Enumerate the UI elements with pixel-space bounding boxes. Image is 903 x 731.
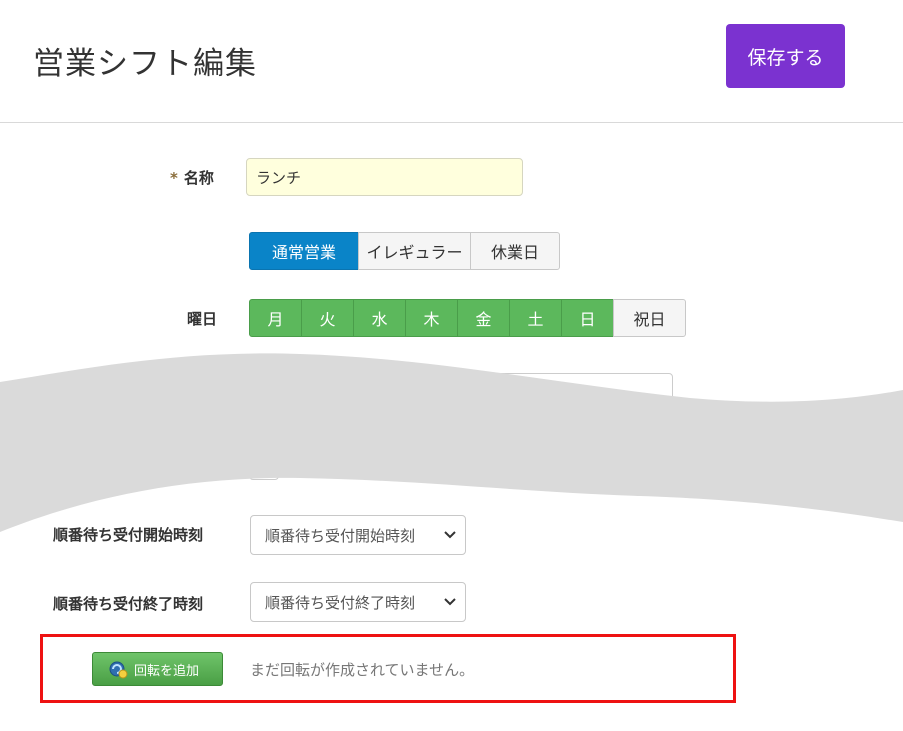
torn-page-overlay <box>0 353 903 532</box>
name-input[interactable] <box>246 158 523 196</box>
name-label: * 名称 <box>170 167 214 188</box>
empty-rotation-message: まだ回転が作成されていません。 <box>250 661 475 679</box>
weekday-mon[interactable]: 月 <box>249 299 302 337</box>
weekday-group: 月 火 水 木 金 土 日 祝日 <box>249 299 686 337</box>
add-rotation-icon <box>109 661 128 679</box>
weekday-label: 曜日 <box>187 310 218 328</box>
chevron-down-icon <box>444 598 456 606</box>
type-option-irregular[interactable]: イレギュラー <box>358 232 471 270</box>
queue-start-label: 順番待ち受付開始時刻 <box>53 526 204 544</box>
required-mark: * <box>170 169 178 187</box>
page-title: 営業シフト編集 <box>33 46 257 82</box>
add-rotation-button[interactable]: 回転を追加 <box>92 652 223 686</box>
type-option-regular[interactable]: 通常営業 <box>249 232 359 270</box>
queue-end-value: 順番待ち受付終了時刻 <box>265 593 416 612</box>
queue-start-value: 順番待ち受付開始時刻 <box>265 526 416 545</box>
weekday-tue[interactable]: 火 <box>301 299 354 337</box>
page-header: 営業シフト編集 保存する <box>0 0 903 123</box>
add-rotation-label: 回転を追加 <box>134 663 200 679</box>
weekday-wed[interactable]: 水 <box>353 299 406 337</box>
save-button[interactable]: 保存する <box>726 24 845 88</box>
shift-type-group: 通常営業 イレギュラー 休業日 <box>249 232 560 270</box>
weekday-fri[interactable]: 金 <box>457 299 510 337</box>
name-label-text: 名称 <box>183 169 214 187</box>
weekday-sat[interactable]: 土 <box>509 299 562 337</box>
weekday-holiday[interactable]: 祝日 <box>613 299 686 337</box>
weekday-thu[interactable]: 木 <box>405 299 458 337</box>
queue-end-select[interactable]: 順番待ち受付終了時刻 <box>250 582 466 622</box>
queue-start-select[interactable]: 順番待ち受付開始時刻 <box>250 515 466 555</box>
type-option-closed[interactable]: 休業日 <box>470 232 560 270</box>
chevron-down-icon <box>444 531 456 539</box>
weekday-sun[interactable]: 日 <box>561 299 614 337</box>
queue-end-label: 順番待ち受付終了時刻 <box>53 595 204 613</box>
